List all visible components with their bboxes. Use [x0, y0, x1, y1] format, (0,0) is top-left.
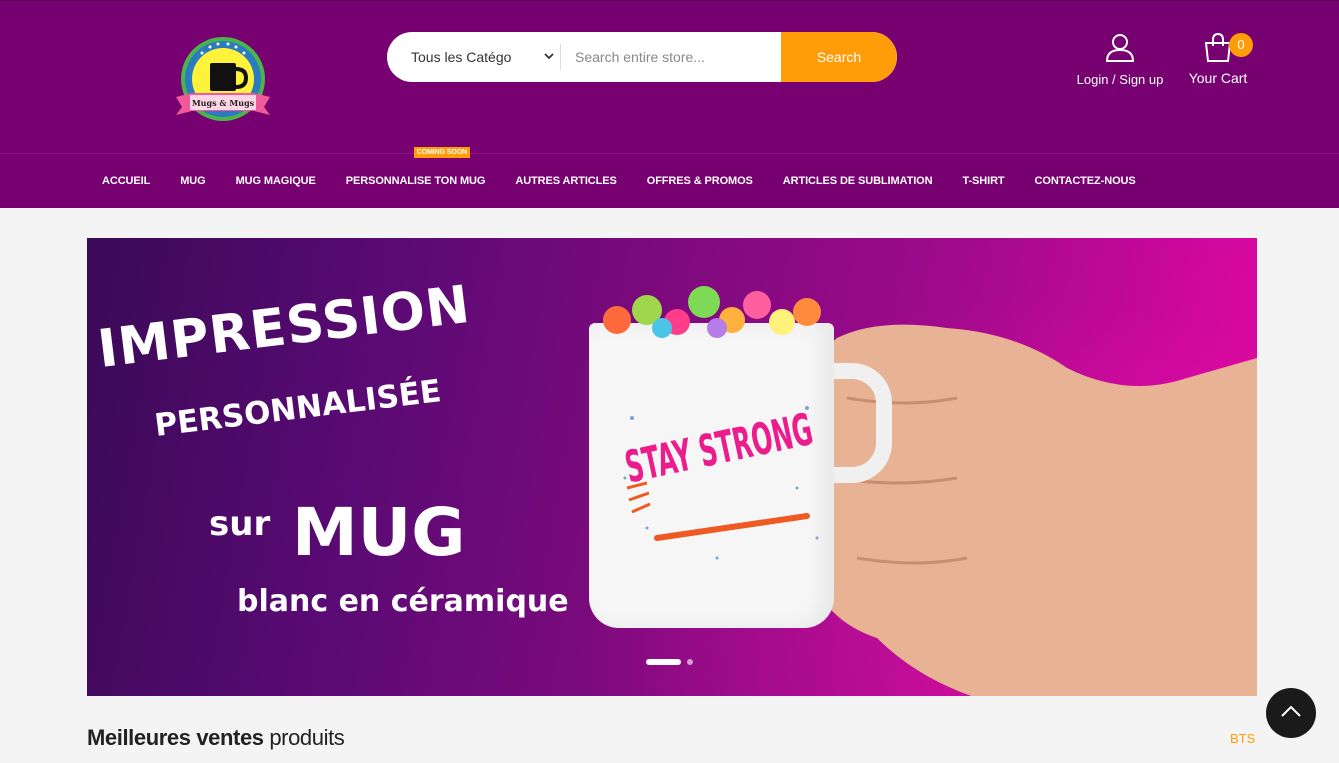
cereal-image	[603, 286, 821, 338]
nav-item-accueil[interactable]: ACCUEIL	[102, 175, 150, 187]
banner-subheadline: PERSONNALISÉE	[152, 373, 444, 444]
hand-image	[787, 324, 1257, 696]
nav-item-offres-promos[interactable]: OFFRES & PROMOS	[647, 175, 753, 187]
logo-text: Mugs & Mugs	[192, 98, 255, 108]
arrow-up-icon	[1280, 704, 1302, 723]
section-title-bold: Meilleures ventes	[87, 725, 264, 750]
search-input[interactable]	[561, 32, 781, 82]
scroll-to-top-button[interactable]	[1266, 688, 1316, 738]
nav-item-autres-articles[interactable]: AUTRES ARTICLES	[515, 175, 616, 187]
search-button[interactable]: Search	[781, 32, 897, 82]
cart-label: Your Cart	[1188, 70, 1248, 86]
main-nav: ACCUEIL MUG MUG MAGIQUE PERSONNALISE TON…	[0, 147, 1339, 208]
stay-strong-print: STAY STRONG	[621, 404, 819, 560]
mug-print-text: STAY STRONG	[621, 404, 817, 493]
category-select[interactable]: Tous les Catégo	[387, 44, 561, 70]
carousel-dots	[646, 659, 693, 665]
login-signup-link[interactable]: Login / Sign up	[1070, 31, 1170, 87]
banner-text-mug: MUG	[292, 494, 466, 571]
shopping-bag-icon	[1202, 32, 1234, 67]
nav-item-personnalise-ton-mug[interactable]: PERSONNALISE TON MUG COMING SOON	[345, 147, 486, 187]
nav-item-mug-magique[interactable]: MUG MAGIQUE	[236, 175, 316, 187]
coming-soon-badge: COMING SOON	[413, 147, 471, 158]
site-logo[interactable]: Mugs & Mugs	[172, 35, 274, 127]
nav-item-contactez-nous[interactable]: CONTACTEZ-NOUS	[1035, 175, 1136, 187]
search-bar: Tous les Catégo Search	[387, 32, 897, 82]
carousel-dot-active[interactable]	[646, 659, 681, 665]
login-signup-label: Login / Sign up	[1076, 72, 1164, 87]
nav-item-articles-sublimation[interactable]: ARTICLES DE SUBLIMATION	[783, 175, 933, 187]
nav-item-t-shirt[interactable]: T-SHIRT	[962, 175, 1004, 187]
chevron-down-icon	[544, 51, 554, 63]
nav-item-label: PERSONNALISE TON MUG	[345, 175, 486, 187]
hero-banner[interactable]: IMPRESSION PERSONNALISÉE sur MUG blanc e…	[87, 238, 1257, 696]
banner-text-sur: sur	[209, 504, 271, 544]
nav-item-mug[interactable]: MUG	[180, 175, 205, 187]
banner-text-ceramique: blanc en céramique	[237, 584, 569, 619]
user-icon	[1104, 34, 1136, 67]
banner-headline: IMPRESSION	[94, 274, 474, 380]
section-title: Meilleures ventes produits	[87, 725, 345, 751]
site-header: Mugs & Mugs Tous les Catégo Search Login…	[0, 0, 1339, 153]
tab-bts[interactable]: BTS	[1230, 731, 1255, 746]
section-title-light: produits	[263, 725, 345, 750]
cart-link[interactable]: Your Cart 0	[1178, 31, 1258, 86]
cart-count-badge: 0	[1229, 33, 1253, 57]
category-select-value: Tous les Catégo	[411, 49, 512, 65]
carousel-dot[interactable]	[687, 659, 693, 665]
